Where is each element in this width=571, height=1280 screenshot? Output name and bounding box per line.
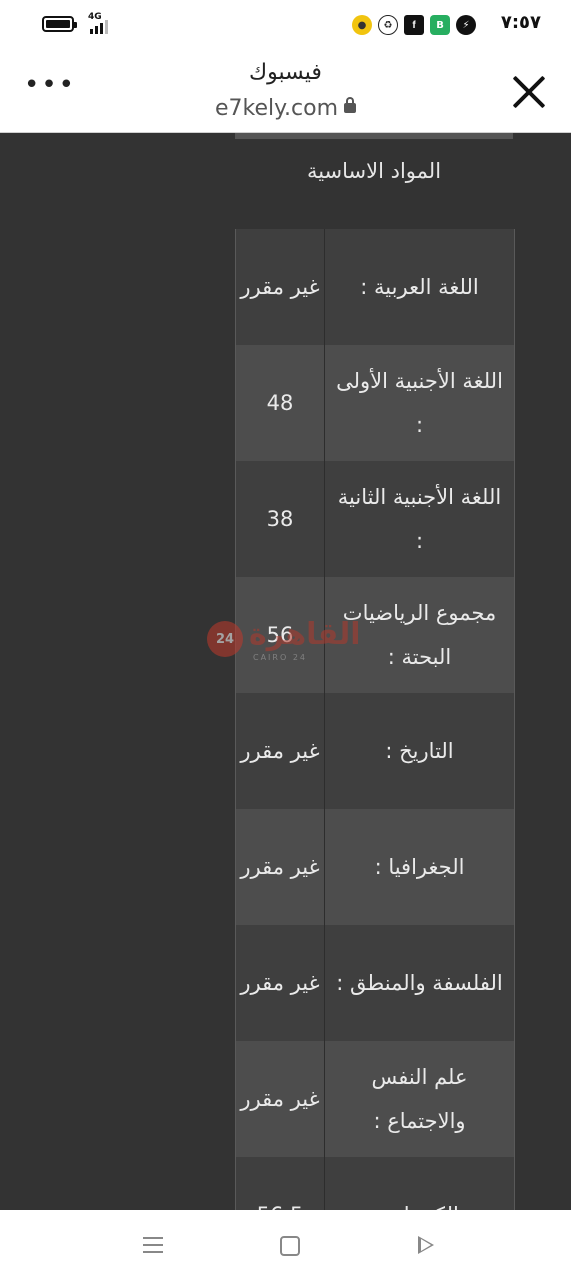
table-row: علم النفس والاجتماع : غير مقرر — [236, 1041, 514, 1157]
lock-icon — [344, 97, 356, 113]
recycle-icon: ♻ — [378, 15, 398, 35]
grade-value: غير مقرر — [240, 275, 320, 299]
section-title: المواد الاساسية — [306, 159, 442, 183]
grade-value: 56.5 — [236, 1157, 324, 1210]
subject-label: الكيمياء : — [324, 1157, 514, 1210]
system-nav-bar — [0, 1210, 571, 1280]
subject-label: علم النفس والاجتماع : — [324, 1041, 514, 1157]
grade-value: غير مقرر — [240, 971, 320, 995]
messenger-icon: ⚡ — [456, 15, 476, 35]
page-content: المواد الاساسية اللغة العربية : غير مقرر… — [0, 133, 571, 1210]
table-row: الجغرافيا : غير مقرر — [236, 809, 514, 925]
subject-label: الجغرافيا : — [324, 809, 514, 925]
clock: ٧:٥٧ — [500, 12, 541, 33]
grade-value: 38 — [266, 507, 294, 531]
circle-app-icon: ● — [352, 15, 372, 35]
subject-label: التاريخ : — [324, 693, 514, 809]
grade-value: 56 — [266, 623, 294, 647]
subject-label: الفلسفة والمنطق : — [324, 925, 514, 1041]
table-row: اللغة العربية : غير مقرر — [236, 229, 514, 345]
table-row: الفلسفة والمنطق : غير مقرر — [236, 925, 514, 1041]
page-title: فيسبوك — [249, 60, 322, 85]
signal-icon — [90, 20, 116, 34]
table-row: الكيمياء : 56.5 — [236, 1157, 514, 1210]
table-top-edge — [235, 133, 513, 139]
back-button[interactable] — [418, 1236, 434, 1254]
close-button[interactable] — [511, 74, 547, 110]
table-row: اللغة الأجنبية الثانية : 38 — [236, 461, 514, 577]
subject-label: اللغة الأجنبية الأولى : — [324, 345, 514, 461]
grade-value: غير مقرر — [240, 855, 320, 879]
grade-value: غير مقرر — [240, 739, 320, 763]
browser-header: ••• فيسبوك e7kely.com — [0, 52, 571, 133]
subject-label: مجموع الرياضيات البحتة : — [324, 577, 514, 693]
table-row: اللغة الأجنبية الأولى : 48 — [236, 345, 514, 461]
notification-icons: ● ♻ f B ⚡ — [352, 15, 476, 37]
table-row: مجموع الرياضيات البحتة : 56 — [236, 577, 514, 693]
subject-label: اللغة الأجنبية الثانية : — [324, 461, 514, 577]
grades-table: اللغة العربية : غير مقرر اللغة الأجنبية … — [235, 229, 515, 1210]
facebook-icon: f — [404, 15, 424, 35]
status-bar: 4G ● ♻ f B ⚡ ٧:٥٧ — [0, 0, 571, 52]
table-row: التاريخ : غير مقرر — [236, 693, 514, 809]
url-bar[interactable]: e7kely.com — [0, 96, 571, 121]
grade-value: غير مقرر — [240, 1087, 320, 1111]
battery-icon — [42, 16, 77, 32]
url-text: e7kely.com — [215, 96, 338, 121]
home-button[interactable] — [280, 1236, 300, 1256]
subject-label: اللغة العربية : — [324, 229, 514, 345]
whatsapp-business-icon: B — [430, 15, 450, 35]
grade-value: 48 — [266, 391, 294, 415]
menu-icon[interactable] — [143, 1235, 163, 1255]
